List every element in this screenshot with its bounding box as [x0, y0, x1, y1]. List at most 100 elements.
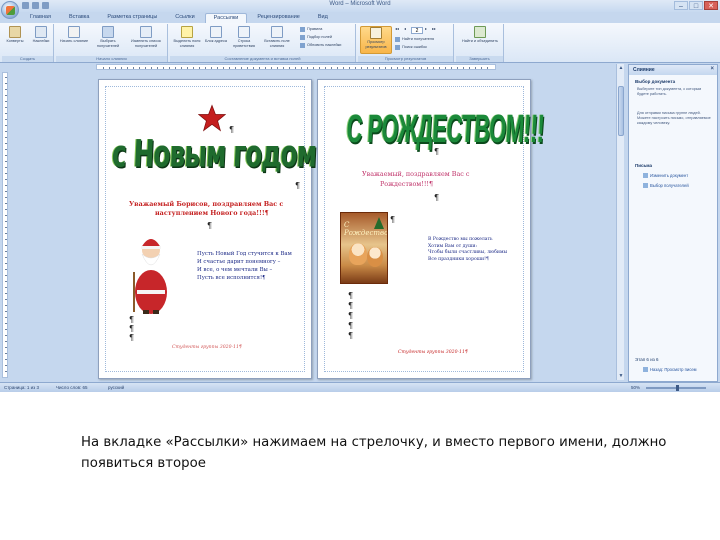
poem-line: И счастье дарит понемногу – [197, 259, 281, 265]
edit-recipient-list-button[interactable]: Изменить список получателей [126, 26, 166, 54]
record-number-field[interactable]: 2 [411, 27, 423, 34]
page1-greeting-line2: наступлением Нового года!!!¶ [155, 209, 269, 217]
find-recipient-item[interactable]: Найти получателя [395, 36, 434, 43]
poem-line: Пусть Новый Год стучится к Вам [197, 251, 292, 257]
prev-record-button[interactable]: ◂ [404, 26, 406, 33]
previous-step-link[interactable]: Назад: Просмотр писем [643, 367, 697, 373]
page2-footer: Студенты группы 3020-11¶ [398, 350, 468, 355]
labels-button[interactable]: Наклейки [28, 26, 54, 54]
page-count[interactable]: Страница: 1 из 3 [4, 385, 39, 390]
tree-icon [374, 217, 384, 229]
tab-page-layout[interactable]: Разметка страницы [99, 13, 165, 23]
highlight-fields-button[interactable]: Выделить поля слияния [172, 26, 202, 54]
ribbon-tabs: Главная Вставка Разметка страницы Ссылки… [22, 13, 336, 23]
finish-merge-button[interactable]: Найти и объединить [460, 26, 500, 54]
pane-title: Слияние [633, 67, 655, 73]
finish-merge-icon [474, 26, 486, 38]
zoom-level[interactable]: 50% [631, 385, 640, 390]
greeting-line-button[interactable]: Строка приветствия [230, 26, 258, 54]
close-button[interactable]: ✕ [704, 1, 718, 10]
start-merge-button[interactable]: Начать слияние [58, 26, 90, 54]
office-logo-icon [6, 6, 15, 15]
scroll-up-icon[interactable]: ▲ [617, 64, 625, 72]
check-errors-item[interactable]: Поиск ошибок [395, 44, 427, 51]
scroll-thumb[interactable] [618, 86, 624, 136]
group-write-insert-fields: Выделить поля слияния Блок адреса Строка… [170, 24, 356, 62]
red-star-icon [197, 104, 227, 132]
recipients-icon [643, 183, 648, 189]
page2-greeting-line2: Рождеством!!!¶ [380, 180, 434, 188]
tab-references[interactable]: Ссылки [167, 13, 202, 23]
wizard-step: Этап 6 из 6 [635, 357, 659, 362]
paragraph-mark: ¶ [207, 221, 213, 230]
back-arrow-icon [643, 367, 648, 373]
next-record-button[interactable]: ▸ [425, 26, 427, 33]
tab-insert[interactable]: Вставка [61, 13, 97, 23]
ribbon: Конверты Наклейки Создать Начать слияние… [0, 23, 720, 63]
edit-document-link[interactable]: Изменить документ [643, 173, 688, 179]
title-bar: Word – Microsoft Word – □ ✕ [0, 0, 720, 12]
zoom-slider[interactable] [646, 385, 706, 391]
last-record-button[interactable]: ▸▸ [432, 26, 436, 33]
poem-line: И все, о чем мечтали Вы – [197, 267, 273, 273]
paragraph-mark: ¶ [348, 311, 354, 320]
pane-text: Выберите тип документа, с которым будете… [637, 87, 702, 96]
preview-results-button[interactable]: Просмотр результатов [360, 26, 392, 54]
find-recipient-icon [395, 36, 400, 42]
update-labels-item[interactable]: Обновить наклейки [300, 42, 341, 49]
first-record-button[interactable]: ◂◂ [395, 26, 399, 33]
recipients-icon [102, 26, 114, 38]
match-fields-item[interactable]: Подбор полей [300, 34, 332, 41]
paragraph-mark: ¶ [390, 215, 396, 224]
document-page-2[interactable]: С РОЖДЕСТВОМ!!! ¶ Уважаемый, поздравляем… [317, 79, 545, 379]
greeting-line-icon [238, 26, 250, 38]
group-create: Конверты Наклейки Создать [2, 24, 54, 62]
address-block-button[interactable]: Блок адреса [203, 26, 229, 54]
paragraph-mark: ¶ [129, 315, 135, 324]
page1-poem: Пусть Новый Год стучится к Вам И счастье… [197, 250, 292, 282]
paragraph-mark: ¶ [295, 181, 301, 190]
slide-caption: На вкладке «Рассылки» нажимаем на стрело… [81, 435, 667, 471]
vertical-ruler[interactable] [2, 72, 8, 378]
status-bar: Страница: 1 из 3 Число слов: 65 русский … [0, 382, 720, 392]
vertical-scrollbar[interactable]: ▲ ▼ [616, 64, 624, 380]
minimize-button[interactable]: – [674, 1, 688, 10]
select-recipients-link[interactable]: Выбор получателей [643, 183, 689, 189]
poem-line: Чтобы были счастливы, любимы [428, 250, 508, 255]
language[interactable]: русский [108, 385, 124, 390]
document-icon [68, 26, 80, 38]
horizontal-ruler[interactable] [96, 64, 496, 70]
scroll-down-icon[interactable]: ▼ [617, 372, 625, 380]
envelopes-button[interactable]: Конверты [2, 26, 28, 54]
window-controls: – □ ✕ [674, 1, 718, 10]
select-recipients-button[interactable]: Выбрать получателей [92, 26, 124, 54]
update-labels-icon [300, 42, 305, 48]
section-letters: Письма [635, 163, 653, 168]
paragraph-mark: ¶ [129, 333, 135, 342]
angel-icon [367, 247, 383, 267]
tab-mailings[interactable]: Рассылки [204, 13, 248, 23]
window-title: Word – Microsoft Word [329, 1, 391, 7]
paragraph-mark: ¶ [348, 291, 354, 300]
word-count[interactable]: Число слов: 65 [56, 385, 88, 390]
merge-field-icon [271, 26, 283, 38]
christmas-card-image: С Рождеством [340, 212, 388, 284]
close-icon[interactable]: × [710, 66, 714, 72]
poem-line: Все праздники хороши!¶ [428, 256, 489, 262]
envelope-icon [9, 26, 21, 38]
paragraph-mark: ¶ [348, 321, 354, 330]
tab-view[interactable]: Вид [310, 13, 336, 23]
tab-home[interactable]: Главная [22, 13, 59, 23]
tab-review[interactable]: Рецензирование [249, 13, 307, 23]
rules-item[interactable]: Правила [300, 26, 322, 33]
address-block-icon [210, 26, 222, 38]
match-fields-icon [300, 34, 305, 40]
labels-icon [35, 26, 47, 38]
maximize-button[interactable]: □ [689, 1, 703, 10]
word-window: Word – Microsoft Word – □ ✕ Главная Вста… [0, 0, 720, 392]
office-button[interactable] [1, 1, 19, 19]
insert-merge-field-button[interactable]: Вставить поле слияния [259, 26, 295, 54]
paragraph-mark: ¶ [348, 301, 354, 310]
document-page-1[interactable]: ¶ с Новым годом! ¶ Уважаемый Борисов, по… [98, 79, 328, 379]
page1-title: с Новым годом! [110, 132, 328, 176]
